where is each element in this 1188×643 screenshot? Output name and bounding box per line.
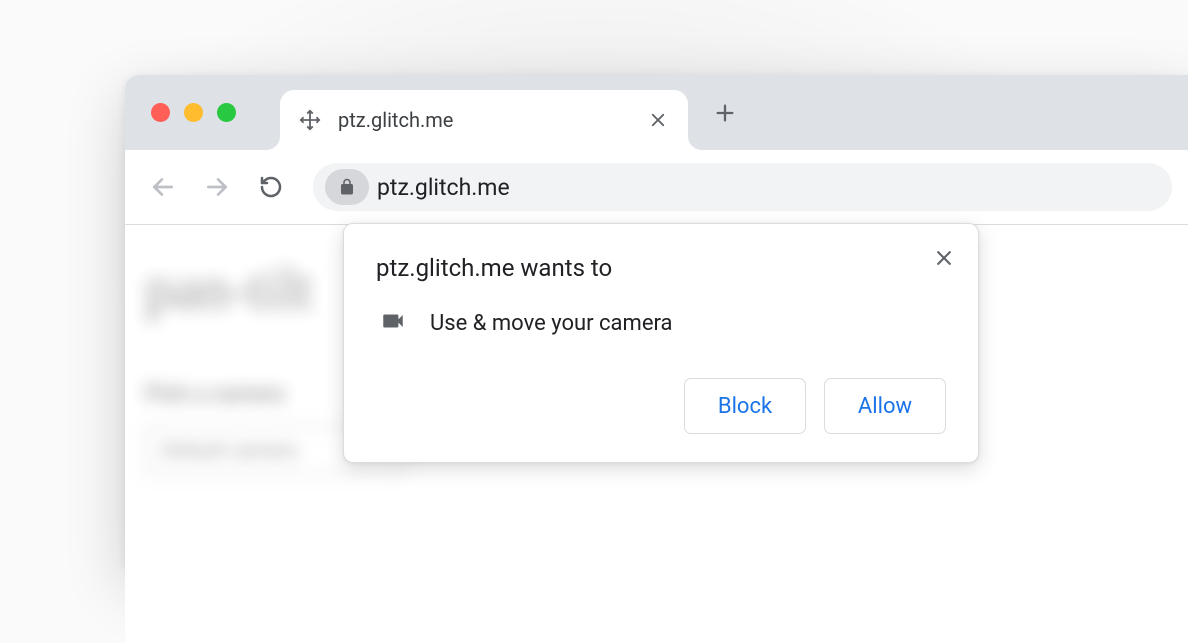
window-maximize-button[interactable] (217, 103, 236, 122)
prompt-title: ptz.glitch.me wants to (376, 254, 946, 282)
permission-prompt: ptz.glitch.me wants to Use & move your c… (343, 223, 979, 463)
titlebar: ptz.glitch.me (125, 75, 1188, 150)
allow-button-label: Allow (858, 394, 912, 419)
prompt-permission-text: Use & move your camera (430, 311, 672, 336)
browser-window: ptz.glitch.me (125, 75, 1188, 568)
camera-select-value: Default camera (161, 438, 297, 462)
window-minimize-button[interactable] (184, 103, 203, 122)
prompt-buttons: Block Allow (376, 378, 946, 434)
block-button[interactable]: Block (684, 378, 806, 434)
tab-title: ptz.glitch.me (338, 108, 646, 132)
back-button[interactable] (141, 165, 185, 209)
prompt-permission-row: Use & move your camera (376, 308, 946, 338)
toolbar: ptz.glitch.me (125, 150, 1188, 225)
url-text: ptz.glitch.me (377, 174, 510, 201)
window-close-button[interactable] (151, 103, 170, 122)
traffic-lights (125, 103, 236, 122)
reload-button[interactable] (249, 165, 293, 209)
browser-tab[interactable]: ptz.glitch.me (280, 90, 688, 150)
address-bar[interactable]: ptz.glitch.me (313, 163, 1172, 211)
new-tab-button[interactable] (705, 93, 745, 133)
move-icon (298, 108, 322, 132)
forward-button[interactable] (195, 165, 239, 209)
close-tab-icon[interactable] (646, 108, 670, 132)
camera-icon (380, 308, 406, 338)
allow-button[interactable]: Allow (824, 378, 946, 434)
site-info-button[interactable] (325, 169, 369, 205)
block-button-label: Block (718, 394, 772, 419)
close-prompt-button[interactable] (928, 242, 960, 274)
lock-icon (338, 178, 356, 196)
